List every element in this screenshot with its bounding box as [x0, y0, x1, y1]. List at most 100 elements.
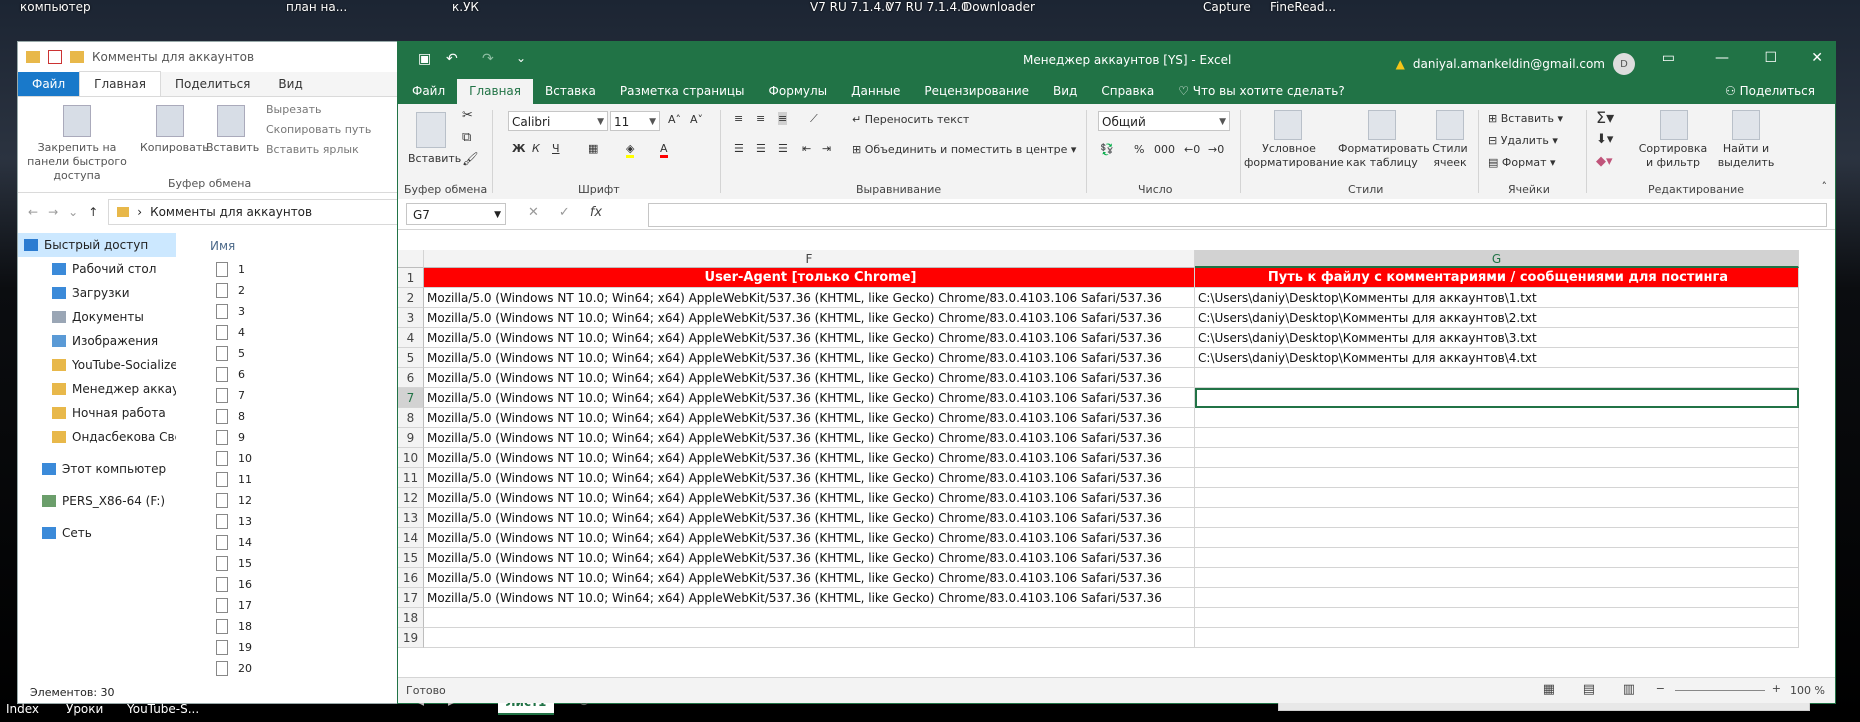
file-list-item[interactable]: 10: [188, 448, 398, 469]
file-list-item[interactable]: 6: [188, 364, 398, 385]
cell-file-path[interactable]: [1195, 528, 1799, 548]
tab-data[interactable]: Данные: [839, 79, 912, 104]
nav-pictures[interactable]: Изображения: [18, 329, 176, 353]
file-list-item[interactable]: 5: [188, 343, 398, 364]
row-header[interactable]: 12: [398, 488, 424, 508]
nav-folder[interactable]: Ночная работа: [18, 401, 176, 425]
paste-shortcut-button[interactable]: Вставить ярлык: [266, 143, 359, 156]
row-header[interactable]: 1: [398, 268, 424, 288]
cell-user-agent[interactable]: [424, 608, 1195, 628]
clear-icon[interactable]: ◆▾: [1596, 154, 1613, 169]
row-header[interactable]: 15: [398, 548, 424, 568]
bold-icon[interactable]: Ж: [512, 142, 525, 155]
cell-file-path[interactable]: C:\Users\daniy\Desktop\Комменты для акка…: [1195, 308, 1799, 328]
desktop-icon-label[interactable]: FineRead...: [1270, 0, 1336, 14]
format-as-table-button[interactable]: Форматировать как таблицу: [1338, 142, 1430, 170]
file-list-item[interactable]: 2: [188, 280, 398, 301]
page-break-icon[interactable]: ▥: [1623, 682, 1635, 697]
nav-downloads[interactable]: Загрузки: [18, 281, 176, 305]
align-top-icon[interactable]: ≡: [734, 112, 743, 125]
desktop-icon-label[interactable]: V7 RU 7.1.4.0: [810, 0, 893, 14]
cell-file-path[interactable]: [1195, 508, 1799, 528]
decrease-indent-icon[interactable]: ⇤: [802, 142, 811, 155]
zoom-in-icon[interactable]: +: [1772, 682, 1781, 695]
save-icon[interactable]: ▣: [418, 51, 431, 67]
row-header[interactable]: 3: [398, 308, 424, 328]
nav-folder[interactable]: Ондасбекова Свет: [18, 425, 176, 449]
file-list-item[interactable]: 13: [188, 511, 398, 532]
file-list-item[interactable]: 16: [188, 574, 398, 595]
nav-this-pc[interactable]: Этот компьютер: [18, 457, 176, 481]
cell-user-agent[interactable]: Mozilla/5.0 (Windows NT 10.0; Win64; x64…: [424, 408, 1195, 428]
checkbox-icon[interactable]: [48, 50, 62, 64]
delete-cells-button[interactable]: ⊟ Удалить ▾: [1488, 134, 1558, 147]
thousands-icon[interactable]: 000: [1154, 143, 1175, 156]
back-arrow-icon[interactable]: ←: [28, 205, 38, 219]
cell-styles-button[interactable]: Стили ячеек: [1428, 142, 1472, 170]
file-list-item[interactable]: 19: [188, 637, 398, 658]
nav-network[interactable]: Сеть: [18, 521, 176, 545]
desktop-icon-label[interactable]: Downloader: [963, 0, 1035, 14]
file-list-item[interactable]: 3: [188, 301, 398, 322]
desktop-icon-label[interactable]: план на...: [286, 0, 347, 14]
row-header[interactable]: 5: [398, 348, 424, 368]
nav-desktop[interactable]: Рабочий стол: [18, 257, 176, 281]
cell-user-agent[interactable]: Mozilla/5.0 (Windows NT 10.0; Win64; x64…: [424, 388, 1195, 408]
cell-user-agent[interactable]: Mozilla/5.0 (Windows NT 10.0; Win64; x64…: [424, 368, 1195, 388]
tab-formulas[interactable]: Формулы: [757, 79, 840, 104]
desktop-icon-label[interactable]: V7 RU 7.1.4.0: [886, 0, 969, 14]
file-list-item[interactable]: 7: [188, 385, 398, 406]
file-list-item[interactable]: 20: [188, 658, 398, 679]
tab-file[interactable]: Файл: [18, 72, 80, 96]
autosum-icon[interactable]: Σ▾: [1596, 108, 1614, 127]
find-select-button[interactable]: Найти и выделить: [1710, 142, 1782, 170]
file-list-item[interactable]: 11: [188, 469, 398, 490]
tab-help[interactable]: Справка: [1089, 79, 1166, 104]
cell-file-path[interactable]: [1195, 568, 1799, 588]
cell-file-path[interactable]: [1195, 448, 1799, 468]
conditional-format-button[interactable]: Условное форматирование: [1244, 142, 1344, 170]
dropdown-chevron-icon[interactable]: ⌄: [68, 205, 78, 219]
cell-file-path[interactable]: [1195, 548, 1799, 568]
cell-file-path[interactable]: [1195, 608, 1799, 628]
increase-indent-icon[interactable]: ⇥: [822, 142, 831, 155]
function-icon[interactable]: fx: [590, 205, 602, 220]
forward-arrow-icon[interactable]: →: [48, 205, 58, 219]
tab-review[interactable]: Рецензирование: [912, 79, 1041, 104]
row-header[interactable]: 6: [398, 368, 424, 388]
nav-folder[interactable]: Менеджер аккаунт: [18, 377, 176, 401]
ribbon-display-icon[interactable]: ▭: [1662, 50, 1675, 66]
cell-file-path[interactable]: [1195, 368, 1799, 388]
row-header[interactable]: 16: [398, 568, 424, 588]
tab-view[interactable]: Вид: [264, 72, 316, 96]
cell-user-agent[interactable]: Mozilla/5.0 (Windows NT 10.0; Win64; x64…: [424, 548, 1195, 568]
copy-button[interactable]: Копировать: [140, 105, 209, 155]
active-cell[interactable]: [1195, 388, 1799, 408]
desktop-icon-label[interactable]: к.УК: [452, 0, 479, 14]
column-header-g[interactable]: G: [1195, 250, 1799, 268]
row-header[interactable]: 4: [398, 328, 424, 348]
number-format-select[interactable]: Общий ▼: [1098, 111, 1230, 131]
row-header[interactable]: 19: [398, 628, 424, 648]
file-list-item[interactable]: 4: [188, 322, 398, 343]
cell-file-path[interactable]: [1195, 408, 1799, 428]
row-header[interactable]: 2: [398, 288, 424, 308]
column-header-f[interactable]: F: [424, 250, 1195, 268]
file-list-item[interactable]: 1: [188, 259, 398, 280]
cell-user-agent[interactable]: Mozilla/5.0 (Windows NT 10.0; Win64; x64…: [424, 288, 1195, 308]
align-center-icon[interactable]: ☰: [756, 142, 766, 155]
file-list-item[interactable]: 17: [188, 595, 398, 616]
cell-user-agent[interactable]: Mozilla/5.0 (Windows NT 10.0; Win64; x64…: [424, 508, 1195, 528]
currency-icon[interactable]: 💱: [1100, 143, 1114, 156]
cell-file-path[interactable]: C:\Users\daniy\Desktop\Комменты для акка…: [1195, 288, 1799, 308]
row-header[interactable]: 7: [398, 388, 424, 408]
desktop-icon-label[interactable]: Capture: [1203, 0, 1251, 14]
increase-decimal-icon[interactable]: ←0: [1184, 143, 1200, 156]
wrap-text-button[interactable]: ↵ Переносить текст: [852, 113, 969, 126]
nav-folder[interactable]: YouTube-Socializer: [18, 353, 176, 377]
percent-icon[interactable]: %: [1134, 143, 1144, 156]
italic-icon[interactable]: К: [532, 142, 540, 155]
address-bar[interactable]: › Комменты для аккаунтов: [108, 199, 398, 225]
align-left-icon[interactable]: ☰: [734, 142, 744, 155]
paste-button[interactable]: Вставить: [206, 105, 259, 155]
